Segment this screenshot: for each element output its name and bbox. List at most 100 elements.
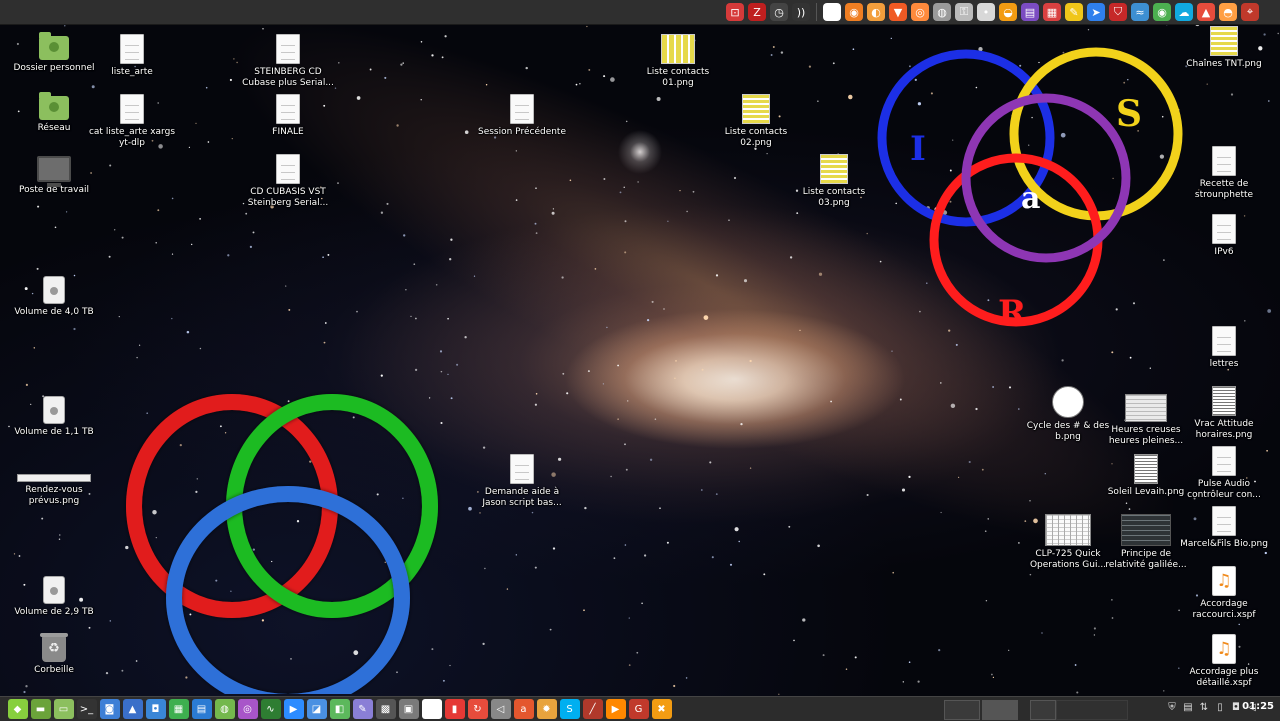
apps-icon[interactable]: ▦ bbox=[1043, 3, 1061, 21]
gaming-icon[interactable]: ⊡ bbox=[726, 3, 744, 21]
drive-4tb-icon[interactable]: Volume de 4,0 TB bbox=[6, 276, 102, 318]
terminal-icon[interactable]: >_ bbox=[76, 699, 97, 719]
filezilla-icon[interactable]: Z bbox=[748, 3, 766, 21]
workspace-3[interactable] bbox=[1030, 700, 1056, 720]
file-item[interactable]: lettres bbox=[1176, 326, 1272, 370]
workspace-2[interactable] bbox=[982, 700, 1018, 720]
editor-icon[interactable]: ✎ bbox=[352, 699, 373, 719]
file-item[interactable]: ♫ Accordage raccourci.xspf bbox=[1176, 566, 1272, 620]
monitor-icon[interactable]: ∿ bbox=[260, 699, 281, 719]
clipboard-icon[interactable]: ▣ bbox=[398, 699, 419, 719]
toggle-icon[interactable]: ◧ bbox=[329, 699, 350, 719]
clock-icon[interactable]: ◷ bbox=[770, 3, 788, 21]
shield-icon[interactable]: ⛉ bbox=[1109, 3, 1127, 21]
image-viewer-icon[interactable]: ▤ bbox=[1021, 3, 1039, 21]
flame-icon[interactable]: ▲ bbox=[1197, 3, 1215, 21]
workspace-4[interactable] bbox=[1056, 700, 1128, 720]
pipe-icon[interactable]: ╱ bbox=[582, 699, 603, 719]
file-item[interactable]: Demande aide à Jason script bas... bbox=[474, 454, 570, 508]
cloud-icon[interactable]: ☁ bbox=[1175, 3, 1193, 21]
firefox-icon[interactable]: ◉ bbox=[845, 3, 863, 21]
notes-icon[interactable]: ✎ bbox=[1065, 3, 1083, 21]
map-icon[interactable]: ⌖ bbox=[1241, 3, 1259, 21]
files-icon[interactable]: ▬ bbox=[30, 699, 51, 719]
folder-icon[interactable]: ▭ bbox=[53, 699, 74, 719]
calc-icon[interactable]: ▦ bbox=[168, 699, 189, 719]
gtick-icon[interactable]: G bbox=[628, 699, 649, 719]
remote-icon[interactable]: ◍ bbox=[933, 3, 951, 21]
camera-icon[interactable]: ◘ bbox=[145, 699, 166, 719]
chat-icon[interactable]: ◪ bbox=[306, 699, 327, 719]
gimp-icon[interactable]: ◍ bbox=[214, 699, 235, 719]
logo-letter-r: R bbox=[998, 293, 1027, 333]
file-item[interactable]: FINALE bbox=[240, 94, 336, 138]
scanner-icon[interactable]: ▲ bbox=[122, 699, 143, 719]
file-glyph-icon bbox=[120, 34, 144, 64]
trash-icon[interactable]: ♻ Corbeille bbox=[6, 633, 102, 676]
file-item[interactable]: Liste contacts 01.png bbox=[630, 34, 726, 88]
desktop-icon-label: Volume de 2,9 TB bbox=[14, 607, 94, 617]
screenshot-icon[interactable]: ◙ bbox=[99, 699, 120, 719]
updates-icon[interactable]: ◘ bbox=[1229, 700, 1243, 716]
pizza-icon[interactable]: ◒ bbox=[999, 3, 1017, 21]
file-item[interactable]: Liste contacts 02.png bbox=[708, 94, 804, 148]
desktop-icon-label: Rendez-vous prévus.png bbox=[25, 485, 83, 506]
desktop-icon-label: Corbeille bbox=[34, 665, 74, 675]
crow-icon[interactable]: ◐ bbox=[867, 3, 885, 21]
arrow-icon[interactable]: ➤ bbox=[1087, 3, 1105, 21]
arte-icon[interactable]: a bbox=[513, 699, 534, 719]
workspace-1[interactable] bbox=[944, 700, 980, 720]
file-item[interactable]: Marcel&Fils Bio.png bbox=[1176, 506, 1272, 550]
spade-icon[interactable]: ♠ bbox=[421, 699, 442, 719]
file-item[interactable]: STEINBERG CD Cubase plus Serial... bbox=[240, 34, 336, 88]
podcast-icon[interactable]: ◎ bbox=[237, 699, 258, 719]
menu-icon[interactable]: ◆ bbox=[7, 699, 28, 719]
writer-icon[interactable]: ▤ bbox=[191, 699, 212, 719]
drive-29tb-icon[interactable]: Volume de 2,9 TB bbox=[6, 576, 102, 618]
file-item[interactable]: Liste contacts 03.png bbox=[786, 154, 882, 208]
shield-icon[interactable]: ⛨ bbox=[1165, 700, 1179, 716]
desktop-icon-label: Vrac Attitude horaires.png bbox=[1194, 419, 1254, 440]
lock-icon[interactable]: ⚿ bbox=[955, 3, 973, 21]
file-item[interactable]: Session Précédente bbox=[474, 94, 570, 138]
file-item[interactable]: Vrac Attitude horaires.png bbox=[1176, 386, 1272, 440]
dot-icon[interactable]: • bbox=[977, 3, 995, 21]
desktop-icon-label: Accordage raccourci.xspf bbox=[1192, 599, 1256, 620]
rendez-vous-image-icon[interactable]: Rendez-vous prévus.png bbox=[6, 462, 102, 506]
book-icon[interactable]: ▮ bbox=[444, 699, 465, 719]
sync-icon[interactable]: ↻ bbox=[467, 699, 488, 719]
stopwatch-icon[interactable]: ◴ bbox=[823, 3, 841, 21]
file-item[interactable]: liste_arte bbox=[84, 34, 180, 78]
player-icon[interactable]: ▶ bbox=[605, 699, 626, 719]
tools-icon[interactable]: ▩ bbox=[375, 699, 396, 719]
file-item[interactable]: cat liste_arte xargs yt-dlp bbox=[84, 94, 180, 148]
zoom-icon[interactable]: ▶ bbox=[283, 699, 304, 719]
file-item[interactable]: Chaînes TNT.png bbox=[1176, 26, 1272, 70]
skype-icon[interactable]: S bbox=[559, 699, 580, 719]
sound-wave-icon[interactable]: )) bbox=[792, 3, 810, 21]
speaker-icon[interactable]: ◁ bbox=[490, 699, 511, 719]
computer-icon[interactable]: Poste de travail bbox=[6, 156, 102, 196]
network-icon[interactable]: ⇅ bbox=[1197, 700, 1211, 716]
file-glyph-icon bbox=[1212, 446, 1236, 476]
file-item[interactable]: ♫ Accordage plus détaillé.xspf bbox=[1176, 634, 1272, 688]
file-item[interactable]: Recette de strounphette bbox=[1176, 146, 1272, 200]
file-glyph-icon bbox=[1210, 26, 1238, 56]
wave-icon[interactable]: ≈ bbox=[1131, 3, 1149, 21]
chrome-icon[interactable]: ◉ bbox=[1153, 3, 1171, 21]
fox-icon[interactable]: ◓ bbox=[1219, 3, 1237, 21]
file-item[interactable]: IPv6 bbox=[1176, 214, 1272, 258]
battery-icon[interactable]: ▯ bbox=[1213, 700, 1227, 716]
brave-icon[interactable]: ▼ bbox=[889, 3, 907, 21]
clock[interactable]: 01:25 bbox=[1242, 701, 1274, 712]
file-glyph-icon bbox=[1212, 214, 1236, 244]
file-glyph-icon bbox=[39, 92, 69, 120]
file-item[interactable]: Pulse Audio contrôleur con... bbox=[1176, 446, 1272, 500]
browser-icon[interactable]: ◎ bbox=[911, 3, 929, 21]
crossfire-icon[interactable]: ✖ bbox=[651, 699, 672, 719]
gear-icon[interactable]: ✹ bbox=[536, 699, 557, 719]
file-item[interactable]: CD CUBASIS VST Steinberg Serial... bbox=[240, 154, 336, 208]
printer-icon[interactable]: ▤ bbox=[1181, 700, 1195, 716]
drive-1tb-icon[interactable]: Volume de 1,1 TB bbox=[6, 396, 102, 438]
tray-separator bbox=[816, 3, 817, 21]
